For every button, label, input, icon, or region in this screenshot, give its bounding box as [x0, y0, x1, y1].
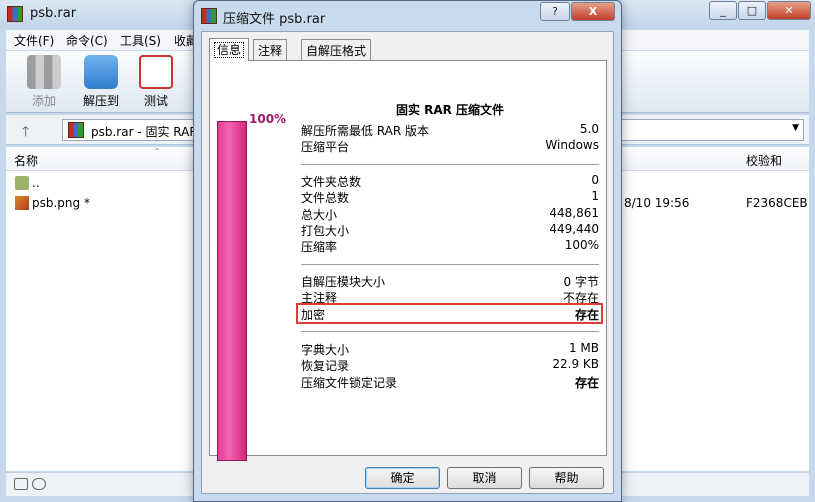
tab-info-label: 信息	[214, 42, 245, 58]
info-value: 1	[591, 189, 599, 204]
minimize-button[interactable]: _	[709, 1, 737, 20]
info-key: 自解压模块大小	[301, 275, 386, 289]
info-key: 字典大小	[301, 343, 350, 357]
file-crc: F2368CEB	[746, 196, 808, 210]
dialog-title: 压缩文件 psb.rar	[223, 12, 326, 27]
tab-sfx[interactable]: 自解压格式	[301, 39, 372, 60]
tab-comment[interactable]: 注释	[253, 39, 288, 60]
drive-icon	[14, 478, 28, 490]
info-row: 文件夹总数 0	[301, 173, 599, 189]
extract-folder-icon	[84, 55, 118, 89]
info-value: 1 MB	[568, 341, 599, 355]
test-label: 测试	[143, 94, 168, 108]
maximize-button[interactable]: □	[738, 1, 766, 20]
info-value: 5.0	[579, 122, 599, 136]
key-icon[interactable]	[32, 478, 46, 490]
cancel-button[interactable]: 取消	[447, 467, 522, 489]
dialog-caption-buttons: ? X	[539, 2, 615, 21]
tab-comment-label: 注释	[258, 44, 283, 58]
tab-info[interactable]: 信息	[209, 38, 250, 61]
info-row: 总大小 448,861	[301, 206, 599, 222]
compression-ratio-fill	[218, 122, 246, 460]
encryption-highlight-box	[296, 303, 603, 324]
add-label: 添加	[31, 94, 56, 108]
info-key: 压缩平台	[301, 140, 350, 155]
info-row: 压缩平台 Windows	[301, 138, 599, 154]
tab-sfx-label: 自解压格式	[306, 44, 367, 58]
add-button[interactable]: 添加	[22, 55, 66, 109]
info-row: 恢复记录 22.9 KB	[301, 357, 599, 373]
info-value: 100%	[564, 238, 599, 253]
extract-to-label: 解压到	[82, 94, 119, 108]
column-crc[interactable]: 校验和	[746, 152, 782, 169]
test-checklist-icon	[139, 55, 173, 89]
archive-info-dialog: 压缩文件 psb.rar ? X 信息 注释 自解压格式 100% 固实 RAR…	[193, 0, 622, 502]
info-value: Windows	[545, 138, 599, 153]
info-panel: 100% 固实 RAR 压缩文件 解压所需最低 RAR 版本 5.0 压缩平台 Win…	[209, 60, 607, 461]
info-value: 448,861	[549, 205, 599, 220]
main-caption-buttons: _ □ ✕	[708, 1, 811, 20]
info-row: 压缩文件锁定记录 存在	[301, 374, 599, 390]
menu-tools[interactable]: 工具(S)	[120, 32, 161, 49]
info-key: 打包大小	[301, 223, 350, 238]
extract-to-button[interactable]: 解压到	[79, 55, 123, 109]
dialog-help-button[interactable]: ?	[540, 2, 570, 21]
up-arrow-icon[interactable]: 🡑	[22, 121, 29, 145]
chevron-down-icon[interactable]: ▼	[792, 123, 799, 133]
info-row: 解压所需最低 RAR 版本 5.0	[301, 122, 599, 138]
maximize-icon: □	[746, 4, 758, 17]
close-icon: X	[588, 5, 598, 18]
archive-type-heading: 固实 RAR 压缩文件	[395, 103, 505, 117]
winrar-app-icon	[7, 6, 23, 22]
info-row: 打包大小 449,440	[301, 222, 599, 238]
info-key: 压缩率	[301, 240, 338, 255]
folder-up-icon	[15, 176, 29, 190]
group-separator	[301, 264, 599, 265]
menu-command[interactable]: 命令(C)	[66, 32, 108, 49]
test-button[interactable]: 测试	[134, 55, 178, 109]
column-name[interactable]: 名称	[14, 152, 38, 169]
info-value: 449,440	[549, 221, 599, 236]
archive-icon	[68, 122, 84, 138]
question-icon: ?	[552, 5, 558, 18]
info-key: 压缩文件锁定记录	[301, 375, 398, 390]
ok-button[interactable]: 确定	[365, 467, 440, 489]
main-close-button[interactable]: ✕	[767, 1, 811, 20]
dialog-titlebar[interactable]: 压缩文件 psb.rar ? X	[194, 1, 621, 31]
compression-ratio-bar	[217, 121, 247, 461]
info-key: 文件夹总数	[301, 175, 362, 189]
group-separator	[301, 331, 599, 332]
file-modified: 8/10 19:56	[624, 196, 690, 210]
menu-file[interactable]: 文件(F)	[14, 32, 54, 49]
close-icon: ✕	[784, 4, 794, 17]
minimize-icon: _	[720, 4, 726, 17]
info-value: 0	[591, 173, 599, 187]
compression-ratio-label: 100%	[249, 112, 287, 126]
winrar-app-icon	[201, 8, 217, 24]
info-row: 字典大小 1 MB	[301, 341, 599, 357]
main-window-title: psb.rar	[30, 6, 77, 21]
help-button[interactable]: 帮助	[529, 467, 604, 489]
png-file-icon	[15, 196, 29, 210]
file-name: psb.png *	[32, 196, 90, 210]
info-key: 恢复记录	[301, 359, 350, 374]
info-key: 总大小	[301, 207, 338, 222]
info-value: 22.9 KB	[552, 357, 599, 372]
info-value: 0 字节	[563, 275, 599, 289]
file-name: ..	[32, 176, 40, 190]
info-row: 文件总数 1	[301, 189, 599, 205]
sort-ascending-icon: ⌃	[154, 147, 161, 156]
path-text: psb.rar - 固实 RAR	[91, 125, 198, 139]
info-row: 自解压模块大小 0 字节	[301, 273, 599, 289]
info-value: 存在	[574, 375, 599, 390]
group-separator	[301, 164, 599, 165]
add-archive-icon	[27, 55, 61, 89]
dialog-client: 信息 注释 自解压格式 100% 固实 RAR 压缩文件 解压所需最低 RAR …	[201, 31, 614, 494]
info-key: 解压所需最低 RAR 版本	[301, 124, 430, 138]
info-key: 文件总数	[301, 191, 350, 206]
info-row: 压缩率 100%	[301, 238, 599, 254]
dialog-close-button[interactable]: X	[571, 2, 615, 21]
